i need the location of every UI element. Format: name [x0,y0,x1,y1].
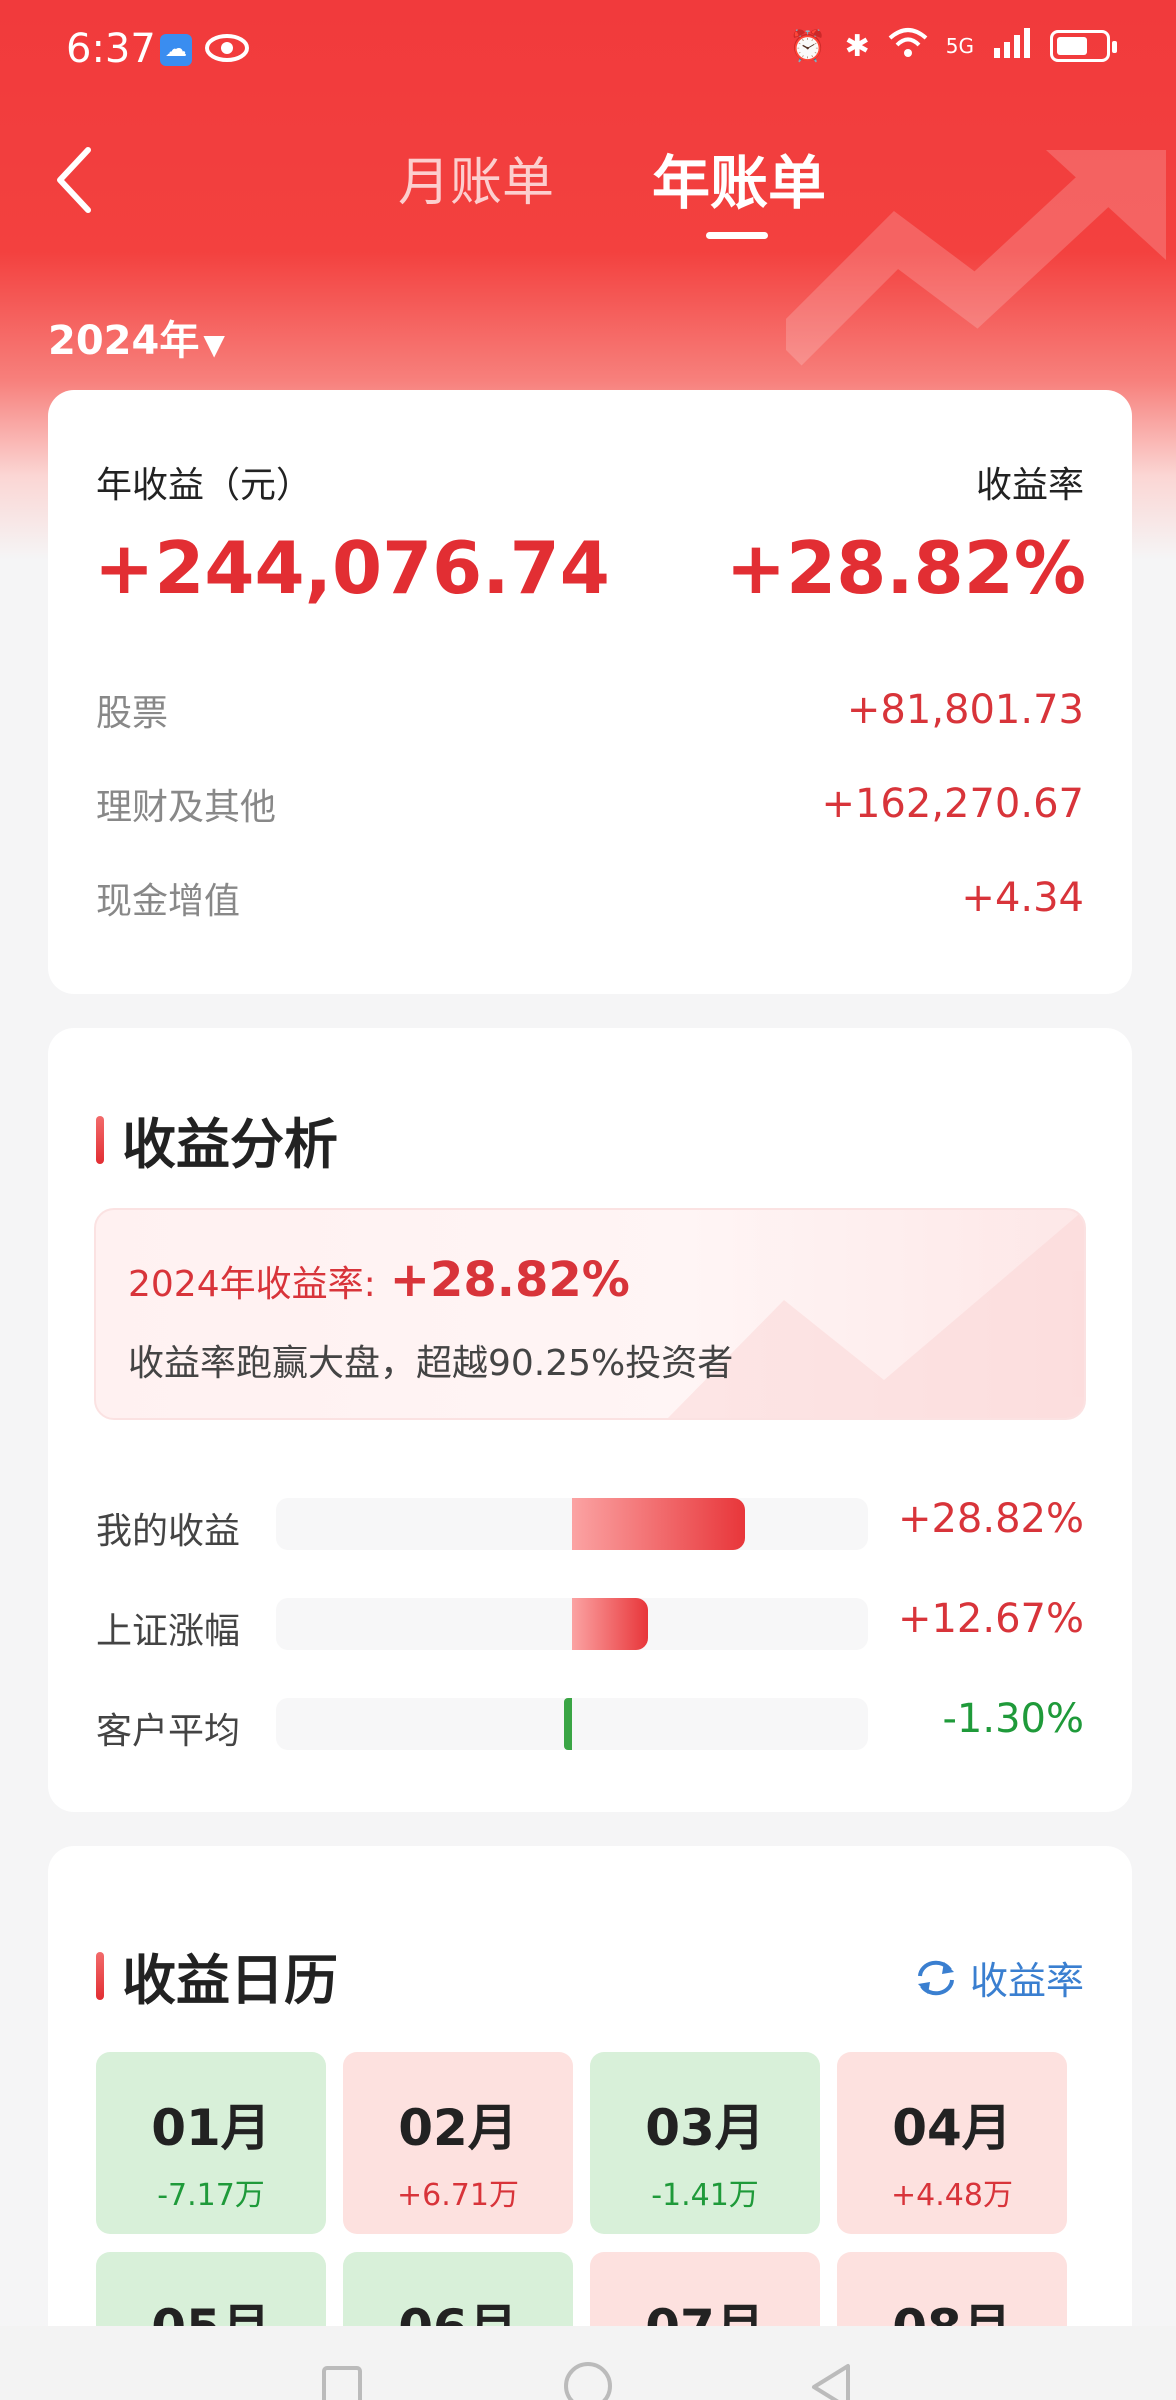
breakdown-value: +81,801.73 [846,687,1084,733]
breakdown-row: 现金增值 +4.34 [96,868,1084,928]
signal-icon [992,26,1032,66]
comparison-label: 我的收益 [96,1511,241,1552]
breakdown-label: 股票 [96,693,169,734]
section-accent-bar [96,1115,104,1164]
calendar-month-label: 04月 [892,2099,1012,2157]
system-navigation-bar [0,2326,1176,2400]
annual-rate-value: +28.82% [389,1252,630,1308]
comparison-label: 上证涨幅 [96,1611,241,1652]
return-calendar-title-text: 收益日历 [122,1949,338,2012]
status-time: 6:37 [66,26,156,72]
caret-down-icon: ▼ [203,328,225,361]
annual-rate-banner: 2024年收益率: +28.82% 收益率跑赢大盘，超越90.25%投资者 [94,1208,1086,1420]
breakdown-value: +162,270.67 [821,781,1084,827]
calendar-month-amount: -7.17万 [157,2178,265,2213]
recent-apps-icon[interactable] [322,2366,362,2400]
calendar-month-cell[interactable]: 01月 -7.17万 [96,2052,326,2234]
breakdown-row: 股票 +81,801.73 [96,680,1084,740]
annual-income-label: 年收益（元） [96,465,313,506]
breakdown-label: 理财及其他 [96,787,277,828]
return-calendar-title: 收益日历 [96,1936,338,2015]
return-rate-label: 收益率 [975,465,1084,506]
status-icons: ⏰ ✱ 5G [789,26,1117,66]
calendar-month-label: 03月 [645,2099,765,2157]
top-navigation: 月账单 年账单 [0,110,1176,250]
calendar-month-amount: -1.41万 [651,2178,759,2213]
active-tab-indicator [706,232,768,239]
comparison-value: -1.30% [942,1696,1084,1742]
home-icon[interactable] [564,2362,612,2400]
annual-summary-card: 年收益（元） 收益率 +244,076.74 +28.82% 股票 +81,80… [48,390,1132,994]
tab-month-bill[interactable]: 月账单 [398,140,554,215]
calendar-month-label: 01月 [151,2099,271,2157]
trend-chart-decoration [667,1210,1084,1418]
comparison-row: 我的收益 +28.82% [96,1492,1084,1552]
comparison-value: +12.67% [897,1596,1084,1642]
annual-rate-line: 2024年收益率: +28.82% [128,1252,630,1308]
annual-rate-description: 收益率跑赢大盘，超越90.25%投资者 [128,1343,734,1384]
comparison-track [276,1598,868,1650]
calendar-month-label: 02月 [398,2099,518,2157]
back-arrow-icon[interactable] [50,140,100,220]
alarm-icon: ⏰ [789,28,827,64]
year-selector[interactable]: 2024年 ▼ [48,308,225,366]
comparison-track [276,1498,868,1550]
section-accent-bar [96,1951,104,2000]
annual-income-value: +244,076.74 [94,526,610,610]
breakdown-label: 现金增值 [96,881,241,922]
calendar-mode-label: 收益率 [969,1959,1084,2003]
comparison-bar [564,1698,572,1750]
network-label: 5G [945,34,974,58]
return-rate-value: +28.82% [725,526,1086,610]
year-selector-label: 2024年 [48,318,200,364]
breakdown-row: 理财及其他 +162,270.67 [96,774,1084,834]
comparison-row: 客户平均 -1.30% [96,1692,1084,1752]
calendar-month-cell[interactable]: 03月 -1.41万 [590,2052,820,2234]
eye-icon [204,28,250,77]
comparison-bar [572,1498,745,1550]
return-analysis-card: 收益分析 2024年收益率: +28.82% 收益率跑赢大盘，超越90.25%投… [48,1028,1132,1812]
calendar-month-cell[interactable]: 02月 +6.71万 [343,2052,573,2234]
return-analysis-title: 收益分析 [96,1100,338,1179]
calendar-month-amount: +4.48万 [891,2178,1013,2213]
breakdown-value: +4.34 [961,875,1084,921]
comparison-track [276,1698,868,1750]
comparison-bar [572,1598,649,1650]
return-analysis-title-text: 收益分析 [122,1113,338,1176]
calendar-mode-toggle[interactable]: 收益率 [914,1950,1084,2005]
wifi-icon [888,26,928,66]
comparison-row: 上证涨幅 +12.67% [96,1592,1084,1652]
tab-year-bill[interactable]: 年账单 [652,136,826,220]
weather-icon: ☁ [160,34,192,66]
comparison-value: +28.82% [897,1496,1084,1542]
comparison-label: 客户平均 [96,1711,241,1752]
status-bar: 6:37 ☁ ⏰ ✱ 5G [0,0,1176,100]
return-calendar-card: 收益日历 收益率 01月 -7.17万 02月 +6.71万 03月 -1.41万 04月 +… [48,1846,1132,2400]
annual-rate-label: 2024年收益率: [128,1264,376,1305]
refresh-switch-icon [917,1960,954,1995]
calendar-month-amount: +6.71万 [397,2178,519,2213]
calendar-month-cell[interactable]: 04月 +4.48万 [837,2052,1067,2234]
battery-icon [1050,30,1117,62]
bluetooth-icon: ✱ [844,28,870,64]
system-back-icon[interactable] [808,2362,856,2400]
